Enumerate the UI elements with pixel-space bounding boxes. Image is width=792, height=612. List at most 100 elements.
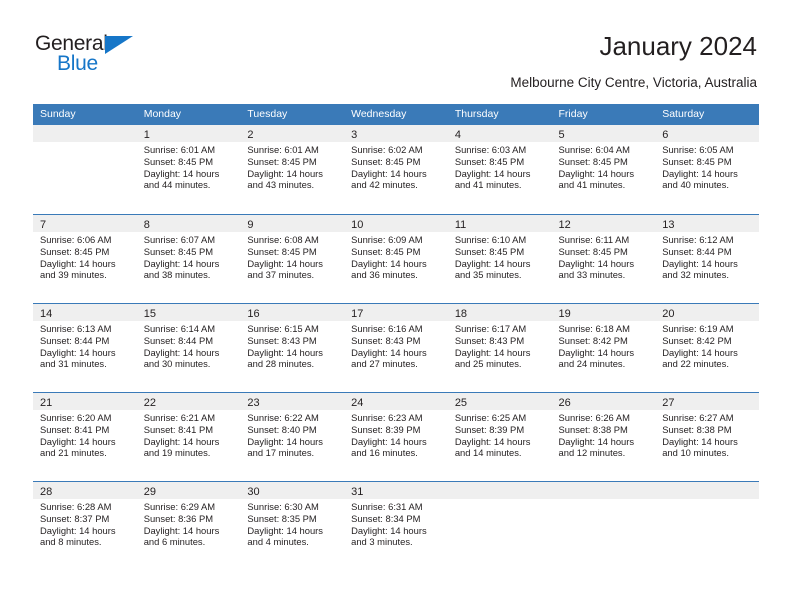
day-number-band: 17 — [344, 304, 448, 321]
daylight-text-line1: Daylight: 14 hours — [40, 346, 116, 358]
day-number-band: 9 — [240, 215, 345, 232]
day-details: Sunrise: 6:14 AM Sunset: 8:44 PM Daylight:… — [137, 321, 241, 370]
calendar-day-cell[interactable]: 10 Sunrise: 6:09 AM Sunset: 8:45 PM Dayligh… — [344, 215, 448, 303]
daylight-text-line1: Daylight: 14 hours — [40, 257, 116, 269]
sunrise-text: Sunrise: 6:19 AM — [662, 323, 734, 334]
calendar-day-cell[interactable]: 24 Sunrise: 6:23 AM Sunset: 8:39 PM Dayligh… — [344, 393, 448, 481]
calendar-day-cell[interactable]: 26 Sunrise: 6:26 AM Sunset: 8:38 PM Dayligh… — [551, 393, 656, 481]
calendar-day-cell[interactable]: 18 Sunrise: 6:17 AM Sunset: 8:43 PM Dayligh… — [447, 304, 552, 392]
calendar-day-cell[interactable]: 14 Sunrise: 6:13 AM Sunset: 8:44 PM Dayligh… — [33, 304, 137, 392]
daylight-text-line2: and 25 minutes. — [454, 358, 522, 370]
sunset-text: Sunset: 8:41 PM — [143, 423, 214, 435]
day-details: Sunrise: 6:06 AM Sunset: 8:45 PM Daylight:… — [33, 232, 137, 281]
day-number-band: 8 — [136, 215, 241, 232]
day-details: Sunrise: 6:04 AM Sunset: 8:45 PM Daylight:… — [552, 142, 656, 191]
daylight-text-line1: Daylight: 14 hours — [558, 435, 635, 447]
day-number-band: 16 — [240, 304, 345, 321]
calendar-day-cell[interactable]: 15 Sunrise: 6:14 AM Sunset: 8:44 PM Dayligh… — [136, 304, 241, 392]
daylight-text-line2: and 37 minutes. — [247, 269, 315, 281]
sunset-text: Sunset: 8:37 PM — [40, 512, 110, 524]
daylight-text-line1: Daylight: 14 hours — [143, 346, 220, 358]
day-number-band: 14 — [33, 304, 137, 321]
day-number-band: 3 — [344, 125, 448, 142]
day-number-band: 26 — [551, 393, 656, 410]
daylight-text-line2: and 41 minutes. — [558, 179, 626, 191]
day-number: 8 — [143, 219, 150, 231]
sunrise-text: Sunrise: 6:25 AM — [454, 412, 527, 423]
sunset-text: Sunset: 8:39 PM — [454, 423, 525, 435]
calendar-day-cell[interactable]: 23 Sunrise: 6:22 AM Sunset: 8:40 PM Dayligh… — [240, 393, 345, 481]
calendar-day-cell[interactable]: 1 Sunrise: 6:01 AM Sunset: 8:45 PM Daylight… — [136, 125, 241, 214]
daylight-text-line2: and 31 minutes. — [40, 358, 107, 370]
calendar-day-cell[interactable]: 31 Sunrise: 6:31 AM Sunset: 8:34 PM Dayligh… — [344, 482, 448, 570]
calendar-day-cell[interactable]: 11 Sunrise: 6:10 AM Sunset: 8:45 PM Dayligh… — [447, 215, 552, 303]
day-number-band — [655, 482, 759, 499]
calendar-day-cell[interactable]: 16 Sunrise: 6:15 AM Sunset: 8:43 PM Dayligh… — [240, 304, 345, 392]
daylight-text-line1: Daylight: 14 hours — [40, 524, 116, 536]
daylight-text-line2: and 42 minutes. — [351, 179, 418, 191]
calendar-day-cell[interactable]: 27 Sunrise: 6:27 AM Sunset: 8:38 PM Dayligh… — [655, 393, 759, 481]
calendar-day-cell[interactable]: 22 Sunrise: 6:21 AM Sunset: 8:41 PM Dayligh… — [136, 393, 241, 481]
daylight-text-line2: and 27 minutes. — [351, 358, 418, 370]
daylight-text-line1: Daylight: 14 hours — [247, 257, 323, 269]
daylight-text-line2: and 39 minutes. — [40, 269, 107, 281]
daylight-text-line1: Daylight: 14 hours — [662, 257, 738, 269]
day-details: Sunrise: 6:19 AM Sunset: 8:42 PM Daylight:… — [655, 321, 759, 370]
calendar-day-cell[interactable]: 30 Sunrise: 6:30 AM Sunset: 8:35 PM Dayligh… — [240, 482, 345, 570]
day-number-band: 28 — [33, 482, 137, 499]
daylight-text-line1: Daylight: 14 hours — [558, 167, 635, 179]
calendar-day-cell[interactable]: 13 Sunrise: 6:12 AM Sunset: 8:44 PM Dayligh… — [655, 215, 759, 303]
weekday-header-thursday: Thursday — [454, 108, 499, 120]
sunset-text: Sunset: 8:45 PM — [143, 155, 214, 167]
sunset-text: Sunset: 8:43 PM — [247, 334, 317, 346]
day-details: Sunrise: 6:10 AM Sunset: 8:45 PM Daylight:… — [448, 232, 552, 281]
sunrise-text: Sunrise: 6:12 AM — [662, 234, 734, 245]
calendar-day-cell[interactable]: 2 Sunrise: 6:01 AM Sunset: 8:45 PM Daylight… — [240, 125, 345, 214]
day-number: 10 — [351, 219, 364, 231]
calendar-day-cell[interactable]: 9 Sunrise: 6:08 AM Sunset: 8:45 PM Daylight… — [240, 215, 345, 303]
day-number-band: 23 — [240, 393, 345, 410]
calendar-day-cell[interactable]: 5 Sunrise: 6:04 AM Sunset: 8:45 PM Daylight… — [551, 125, 656, 214]
day-details: Sunrise: 6:28 AM Sunset: 8:37 PM Daylight:… — [33, 499, 137, 548]
calendar-day-cell[interactable]: 20 Sunrise: 6:19 AM Sunset: 8:42 PM Dayligh… — [655, 304, 759, 392]
sunset-text: Sunset: 8:45 PM — [558, 155, 628, 167]
day-details: Sunrise: 6:09 AM Sunset: 8:45 PM Daylight:… — [344, 232, 448, 281]
sunrise-text: Sunrise: 6:28 AM — [40, 501, 112, 512]
calendar-day-cell[interactable]: 4 Sunrise: 6:03 AM Sunset: 8:45 PM Daylight… — [447, 125, 552, 214]
day-number: 12 — [558, 219, 571, 231]
day-number: 30 — [247, 486, 260, 498]
daylight-text-line2: and 24 minutes. — [558, 358, 626, 370]
calendar-day-cell[interactable]: 29 Sunrise: 6:29 AM Sunset: 8:36 PM Dayligh… — [136, 482, 241, 570]
calendar-day-cell[interactable]: 6 Sunrise: 6:05 AM Sunset: 8:45 PM Daylight… — [655, 125, 759, 214]
sunset-text: Sunset: 8:42 PM — [662, 334, 732, 346]
day-number: 13 — [662, 219, 675, 231]
day-number-band: 13 — [655, 215, 759, 232]
sunrise-text: Sunrise: 6:07 AM — [143, 234, 216, 245]
calendar-day-cell[interactable]: 19 Sunrise: 6:18 AM Sunset: 8:42 PM Dayligh… — [551, 304, 656, 392]
page-subtitle-location: Melbourne City Centre, Victoria, Austral… — [510, 75, 757, 90]
daylight-text-line2: and 22 minutes. — [662, 358, 729, 370]
calendar-day-cell[interactable]: 8 Sunrise: 6:07 AM Sunset: 8:45 PM Daylight… — [136, 215, 241, 303]
day-details: Sunrise: 6:11 AM Sunset: 8:45 PM Daylight:… — [552, 232, 656, 281]
day-number: 5 — [558, 129, 565, 141]
day-number: 11 — [454, 219, 467, 231]
weekday-header-sunday: Sunday — [40, 108, 76, 120]
calendar-day-cell[interactable]: 21 Sunrise: 6:20 AM Sunset: 8:41 PM Dayligh… — [33, 393, 137, 481]
page-title: January 2024 — [599, 31, 757, 61]
day-number: 29 — [143, 486, 156, 498]
calendar-day-cell[interactable]: 7 Sunrise: 6:06 AM Sunset: 8:45 PM Daylight… — [33, 215, 137, 303]
daylight-text-line1: Daylight: 14 hours — [143, 167, 220, 179]
daylight-text-line1: Daylight: 14 hours — [247, 524, 323, 536]
daylight-text-line2: and 21 minutes. — [40, 447, 107, 459]
day-number: 21 — [40, 397, 53, 409]
daylight-text-line2: and 28 minutes. — [247, 358, 315, 370]
day-number-band: 30 — [240, 482, 345, 499]
page-header: General Blue January 2024 Melbourne City… — [0, 0, 792, 100]
calendar-day-cell[interactable]: 17 Sunrise: 6:16 AM Sunset: 8:43 PM Dayligh… — [344, 304, 448, 392]
sunrise-text: Sunrise: 6:13 AM — [40, 323, 112, 334]
calendar-day-cell[interactable]: 3 Sunrise: 6:02 AM Sunset: 8:45 PM Daylight… — [344, 125, 448, 214]
calendar-day-cell[interactable]: 12 Sunrise: 6:11 AM Sunset: 8:45 PM Dayligh… — [551, 215, 656, 303]
calendar-day-cell[interactable]: 25 Sunrise: 6:25 AM Sunset: 8:39 PM Dayligh… — [447, 393, 552, 481]
sunrise-text: Sunrise: 6:20 AM — [40, 412, 112, 423]
calendar-day-cell[interactable]: 28 Sunrise: 6:28 AM Sunset: 8:37 PM Dayligh… — [33, 482, 137, 570]
